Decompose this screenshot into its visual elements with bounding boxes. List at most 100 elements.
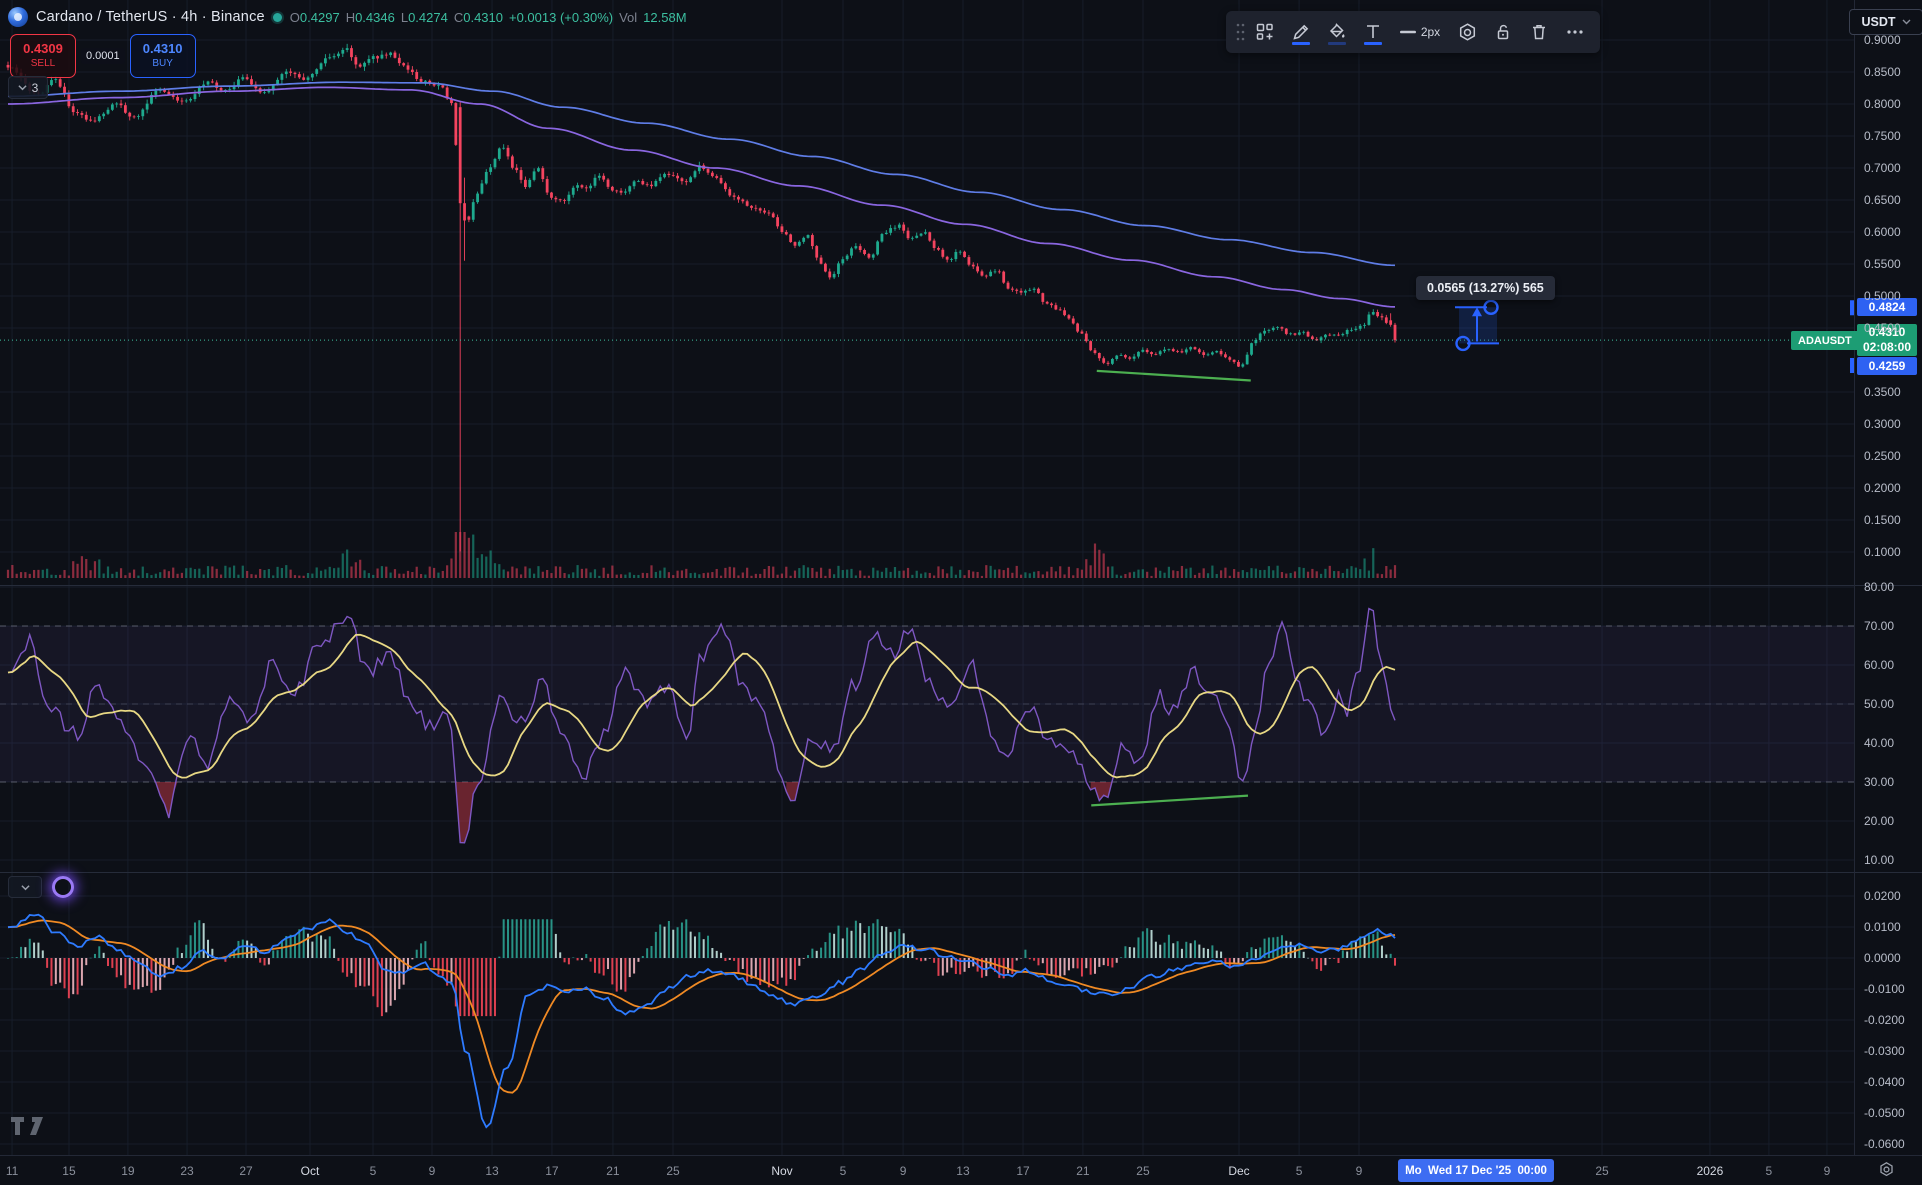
axis-settings-gear-icon[interactable]	[1878, 1161, 1895, 1183]
candlestick-series	[7, 44, 1397, 552]
axis-tick-label: -0.0400	[1864, 1075, 1905, 1089]
ma-lower-line	[8, 87, 1395, 307]
market-status-icon[interactable]	[273, 13, 282, 22]
sell-button[interactable]: 0.4309 SELL	[10, 34, 76, 78]
bar-countdown: 02:08:00	[1863, 340, 1911, 355]
axis-tick-label: 0.4500	[1864, 321, 1901, 335]
chevron-down-icon	[1902, 19, 1911, 25]
axis-tick-label: 0.8500	[1864, 65, 1901, 79]
trading-chart-app: Cardano / TetherUS · 4h · Binance O0.429…	[0, 0, 1922, 1185]
unlock-icon[interactable]	[1486, 15, 1520, 49]
change-value: +0.0013 (+0.30%)	[509, 10, 613, 25]
buy-button[interactable]: 0.4310 BUY	[130, 34, 196, 78]
axis-tick-label: 20.00	[1864, 814, 1894, 828]
axis-tick-label: 0.1500	[1864, 513, 1901, 527]
volume-bars	[7, 532, 1396, 578]
open-label: O	[290, 10, 300, 25]
time-tick-label: 11	[6, 1164, 18, 1178]
time-tick-label: 5	[1766, 1164, 1773, 1178]
time-tick-label: 9	[429, 1164, 436, 1178]
text-color-swatch	[1364, 42, 1382, 45]
pencil-color-swatch	[1292, 42, 1310, 45]
macd-pane	[7, 915, 1396, 1127]
currency-value: USDT	[1861, 15, 1895, 29]
axis-tick-label: 0.3500	[1864, 385, 1901, 399]
spread-value: 0.0001	[81, 48, 125, 64]
time-tick-label: Dec	[1228, 1164, 1249, 1178]
price-axis[interactable]: 0.4824 0.4310 02:08:00 0.4259 0.90000.85…	[1854, 0, 1922, 1155]
buy-label: BUY	[152, 58, 173, 71]
symbol-title[interactable]: Cardano / TetherUS · 4h · Binance	[36, 9, 265, 25]
time-tick-label: 17	[1016, 1164, 1029, 1178]
symbol-price-tag: ADAUSDT	[1791, 331, 1859, 350]
drag-handle-icon[interactable]	[1234, 15, 1246, 49]
axis-tick-label: 70.00	[1864, 619, 1894, 633]
axis-tick-label: 0.6000	[1864, 225, 1901, 239]
time-tick-label: 21	[606, 1164, 619, 1178]
pencil-icon[interactable]	[1284, 15, 1318, 49]
sell-label: SELL	[31, 58, 55, 71]
open-value: 0.4297	[300, 10, 340, 25]
drawing-toolbar: 2px	[1226, 11, 1600, 53]
axis-tick-label: 0.5000	[1864, 289, 1901, 303]
legend-count: 3	[32, 81, 39, 95]
text-color-icon[interactable]	[1356, 15, 1390, 49]
symbol-logo-icon[interactable]	[8, 7, 28, 27]
low-value: 0.4274	[408, 10, 448, 25]
measure-tooltip: 0.0565 (13.27%) 565	[1416, 276, 1555, 300]
time-tick-label: 13	[956, 1164, 969, 1178]
time-axis[interactable]: 1115192327Oct5913172125Nov5913172125Dec5…	[0, 1155, 1922, 1185]
ohlc-values: O0.4297 H0.4346 L0.4274 C0.4310 +0.0013 …	[290, 10, 687, 25]
time-tick-label: 21	[1076, 1164, 1089, 1178]
time-tick-label: 15	[62, 1164, 75, 1178]
volume-value: 12.58M	[643, 10, 686, 25]
more-options-icon[interactable]	[1558, 15, 1592, 49]
currency-selector[interactable]: USDT	[1849, 9, 1922, 35]
high-label: H	[346, 10, 355, 25]
axis-tick-label: 50.00	[1864, 697, 1894, 711]
macd-legend-collapse-chip[interactable]	[8, 876, 42, 898]
axis-tick-label: 30.00	[1864, 775, 1894, 789]
time-tick-label: 25	[1136, 1164, 1149, 1178]
axis-tick-label: 10.00	[1864, 853, 1894, 867]
time-tick-label: 9	[1356, 1164, 1363, 1178]
price-trendline[interactable]	[1097, 371, 1251, 381]
time-tick-label: Nov	[771, 1164, 792, 1178]
legend-collapse-chip[interactable]: 3	[8, 76, 48, 99]
rsi-trendline[interactable]	[1091, 796, 1248, 806]
support-trendline[interactable]	[1097, 371, 1251, 381]
time-tick-label: 5	[370, 1164, 377, 1178]
chart-canvas[interactable]	[0, 0, 1922, 1185]
chevron-down-icon	[18, 83, 27, 92]
ma-upper-line	[8, 82, 1395, 265]
style-template-icon[interactable]	[1248, 15, 1282, 49]
moving-averages	[8, 82, 1395, 307]
close-label: C	[454, 10, 463, 25]
time-tick-label: 23	[180, 1164, 193, 1178]
macd-highlight-icon[interactable]	[52, 876, 74, 898]
paint-bucket-icon[interactable]	[1320, 15, 1354, 49]
buy-price: 0.4310	[143, 41, 183, 57]
time-tick-label: 25	[666, 1164, 679, 1178]
line-width-button[interactable]: 2px	[1392, 15, 1448, 49]
axis-tick-label: 0.1000	[1864, 545, 1901, 559]
axis-tick-label: 0.3000	[1864, 417, 1901, 431]
axis-tick-label: -0.0600	[1864, 1137, 1905, 1151]
settings-icon[interactable]	[1450, 15, 1484, 49]
trash-icon[interactable]	[1522, 15, 1556, 49]
time-tick-label: 2026	[1697, 1164, 1724, 1178]
tradingview-logo[interactable]	[10, 1116, 44, 1141]
axis-tick-label: 0.2000	[1864, 481, 1901, 495]
volume-label: Vol	[619, 10, 637, 25]
axis-tick-label: -0.0500	[1864, 1106, 1905, 1120]
axis-tick-label: 0.0200	[1864, 889, 1901, 903]
axis-tick-label: 60.00	[1864, 658, 1894, 672]
crosshair-date-badge: Mo Wed 17 Dec '25 00:00	[1398, 1159, 1554, 1182]
time-tick-label: 5	[1296, 1164, 1303, 1178]
axis-tick-label: -0.0100	[1864, 982, 1905, 996]
axis-tick-label: 0.2500	[1864, 449, 1901, 463]
axis-tick-label: 0.8000	[1864, 97, 1901, 111]
time-tick-label: 13	[485, 1164, 498, 1178]
axis-tick-label: 0.0000	[1864, 951, 1901, 965]
line-width-label: 2px	[1421, 25, 1440, 39]
